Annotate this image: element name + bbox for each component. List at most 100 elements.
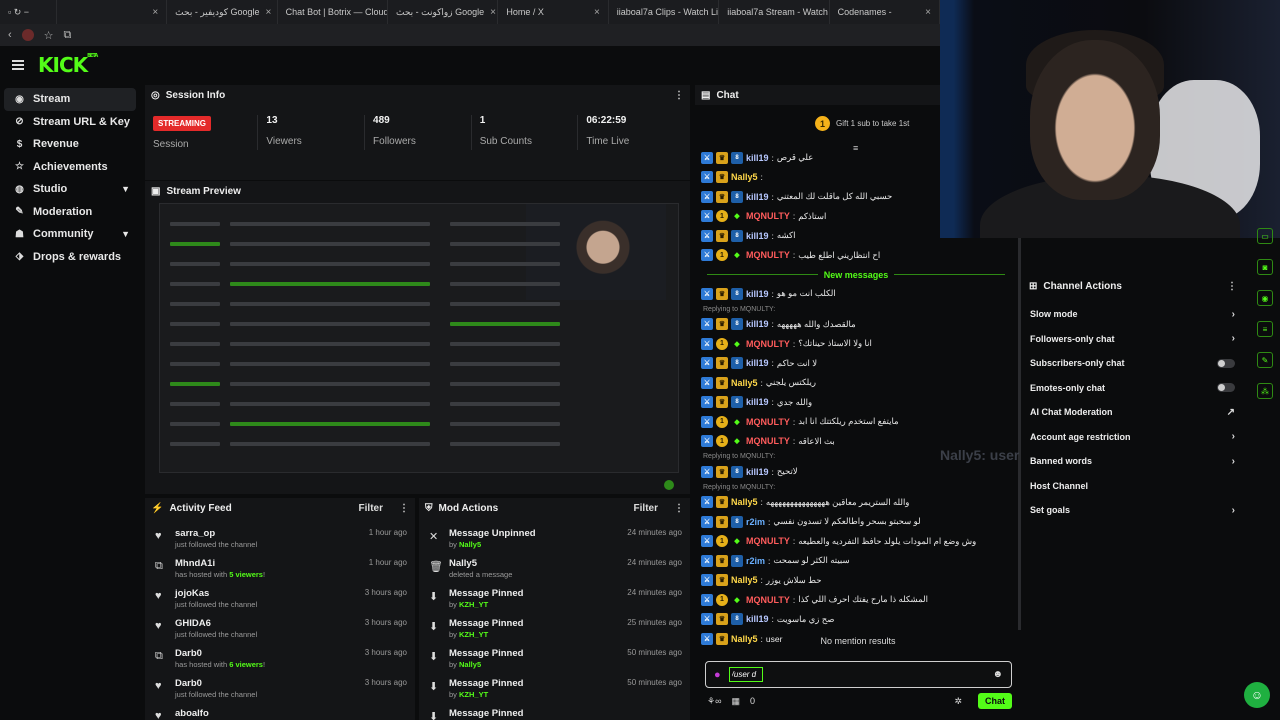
gift-icon[interactable]: ▦ — [731, 696, 740, 707]
gift-sub-banner[interactable]: 1 Gift 1 sub to take 1st — [815, 116, 909, 131]
chat-username[interactable]: Nally5 — [731, 378, 758, 388]
mod-action-moderator[interactable]: KZH_YT — [459, 600, 488, 609]
browser-tab[interactable]: كوديفير - بحث Google × — [167, 0, 278, 24]
stream-preview-video[interactable] — [159, 203, 679, 473]
chat-username[interactable]: kill19 — [746, 289, 769, 299]
action-ai-chat-moderation[interactable]: AI Chat Moderation ↗ — [1023, 400, 1243, 425]
browser-tab[interactable]: Codenames - × — [830, 0, 941, 24]
close-tab-icon[interactable]: × — [594, 7, 600, 18]
toggle-switch[interactable] — [1217, 358, 1235, 368]
chevron-right-icon[interactable]: › — [1232, 309, 1235, 320]
rail-group-icon[interactable]: ⁂ — [1257, 383, 1273, 399]
mod-action-moderator[interactable]: KZH_YT — [459, 690, 488, 699]
chat-username[interactable]: Nally5 — [731, 172, 758, 182]
action-banned-words[interactable]: Banned words › — [1023, 449, 1243, 474]
close-tab-icon[interactable]: × — [925, 7, 931, 18]
chat-username[interactable]: r2im — [746, 517, 765, 527]
chat-username[interactable]: kill19 — [746, 614, 769, 624]
close-tab-icon[interactable]: × — [152, 7, 158, 18]
sidebar-item-drops-rewards[interactable]: ⬗ Drops & rewards — [4, 246, 136, 269]
back-icon[interactable]: ‹ — [8, 29, 12, 41]
activity-filter-button[interactable]: Filter — [359, 503, 383, 514]
close-tab-icon[interactable]: × — [490, 7, 496, 18]
activity-user[interactable]: Darb0 — [175, 678, 357, 689]
browser-tab[interactable]: Home / X × — [498, 0, 609, 24]
chat-username[interactable]: Nally5 — [731, 575, 758, 585]
activity-user[interactable]: MhndA1i — [175, 558, 361, 569]
browser-tab[interactable]: زواكونت - بحث Google × — [388, 0, 499, 24]
rail-list-icon[interactable]: ≡ — [1257, 321, 1273, 337]
chevron-down-icon[interactable]: ▼ — [121, 184, 130, 194]
chat-username[interactable]: kill19 — [746, 153, 769, 163]
action-set-goals[interactable]: Set goals › — [1023, 498, 1243, 523]
settings-icon[interactable]: ✲ — [954, 696, 962, 707]
external-link-icon[interactable]: ↗ — [1227, 407, 1235, 418]
mod-more-icon[interactable]: ⋮ — [674, 503, 684, 514]
chat-username[interactable]: MQNULTY — [746, 211, 790, 221]
bookmark-star-icon[interactable]: ☆ — [44, 29, 54, 42]
help-chat-icon[interactable]: ☺ — [1244, 682, 1270, 708]
action-followers-only-chat[interactable]: Followers-only chat › — [1023, 327, 1243, 352]
close-tab-icon[interactable]: × — [266, 7, 272, 18]
mod-filter-button[interactable]: Filter — [634, 503, 658, 514]
sidebar-item-revenue[interactable]: $ Revenue — [4, 133, 136, 156]
chat-username[interactable]: MQNULTY — [746, 595, 790, 605]
mod-action-moderator[interactable]: Nally5 — [459, 660, 481, 669]
chat-username[interactable]: MQNULTY — [746, 250, 790, 260]
profile-icon[interactable] — [21, 29, 34, 41]
chat-username[interactable]: kill19 — [746, 358, 769, 368]
emoji-icon[interactable]: ☻ — [992, 669, 1003, 680]
chevron-right-icon[interactable]: › — [1232, 333, 1235, 344]
microphone-icon[interactable]: ● — [714, 669, 721, 681]
menu-icon[interactable] — [12, 60, 24, 70]
activity-user[interactable]: GHIDA6 — [175, 618, 357, 629]
toggle-switch[interactable] — [1217, 383, 1235, 393]
browser-tab[interactable]: iiaboal7a Clips - Watch Live× — [609, 0, 720, 24]
chat-username[interactable]: kill19 — [746, 319, 769, 329]
chevron-right-icon[interactable]: › — [1232, 431, 1235, 442]
sidebar-item-moderation[interactable]: ✎ Moderation — [4, 201, 136, 224]
preview-status-icon[interactable] — [664, 480, 674, 490]
kick-logo[interactable]: KICKBETA — [38, 53, 98, 77]
channel-actions-more-icon[interactable]: ⋮ — [1227, 281, 1237, 292]
chat-username[interactable]: kill19 — [746, 397, 769, 407]
sidebar-item-stream[interactable]: ◉ Stream — [4, 88, 136, 111]
mod-action-moderator[interactable]: Nally5 — [459, 540, 481, 549]
browser-tab[interactable]: Chat Bot | Botrix — Cloud St× — [278, 0, 388, 24]
chat-username[interactable]: kill19 — [746, 467, 769, 477]
chat-username[interactable]: MQNULTY — [746, 536, 790, 546]
chat-username[interactable]: MQNULTY — [746, 417, 790, 427]
activity-user[interactable]: jojoKas — [175, 588, 357, 599]
connection-icon[interactable]: ⚘∞ — [707, 696, 721, 707]
rail-message-icon[interactable]: ◙ — [1257, 259, 1273, 275]
chat-username[interactable]: MQNULTY — [746, 339, 790, 349]
chat-send-button[interactable]: Chat — [978, 693, 1012, 709]
sidebar-item-achievements[interactable]: ☆ Achievements — [4, 156, 136, 179]
activity-user[interactable]: sarra_op — [175, 528, 361, 539]
chat-username[interactable]: kill19 — [746, 231, 769, 241]
chevron-right-icon[interactable]: › — [1232, 456, 1235, 467]
extensions-icon[interactable]: ⧉ — [64, 29, 72, 42]
action-subscribers-only-chat[interactable]: Subscribers-only chat — [1023, 351, 1243, 376]
chat-input-box[interactable]: ● ☻ — [705, 661, 1012, 688]
browser-tab[interactable]: iiaboal7a Stream - Watch Liv× — [719, 0, 830, 24]
chat-username[interactable]: kill19 — [746, 192, 769, 202]
chat-username[interactable]: r2im — [746, 556, 765, 566]
browser-tab[interactable]: × — [57, 0, 168, 24]
chevron-down-icon[interactable]: ▼ — [121, 229, 130, 239]
sidebar-item-community[interactable]: ☗ Community ▼ — [4, 223, 136, 246]
action-emotes-only-chat[interactable]: Emotes-only chat — [1023, 376, 1243, 401]
sidebar-item-stream-url-key[interactable]: ⊘ Stream URL & Key — [4, 111, 136, 134]
rail-signal-icon[interactable]: ◉ — [1257, 290, 1273, 306]
action-account-age-restriction[interactable]: Account age restriction › — [1023, 425, 1243, 450]
activity-user[interactable]: aboalfo — [175, 708, 399, 719]
sidebar-item-studio[interactable]: ◍ Studio ▼ — [4, 178, 136, 201]
chevron-right-icon[interactable]: › — [1232, 505, 1235, 516]
more-options-icon[interactable]: ⋮ — [674, 90, 684, 101]
chat-username[interactable]: Nally5 — [731, 497, 758, 507]
activity-user[interactable]: Darb0 — [175, 648, 357, 659]
chat-input[interactable] — [728, 667, 763, 682]
rail-tool-icon[interactable]: ✎ — [1257, 352, 1273, 368]
rail-chat-icon[interactable]: ▭ — [1257, 228, 1273, 244]
action-slow-mode[interactable]: Slow mode › — [1023, 302, 1243, 327]
